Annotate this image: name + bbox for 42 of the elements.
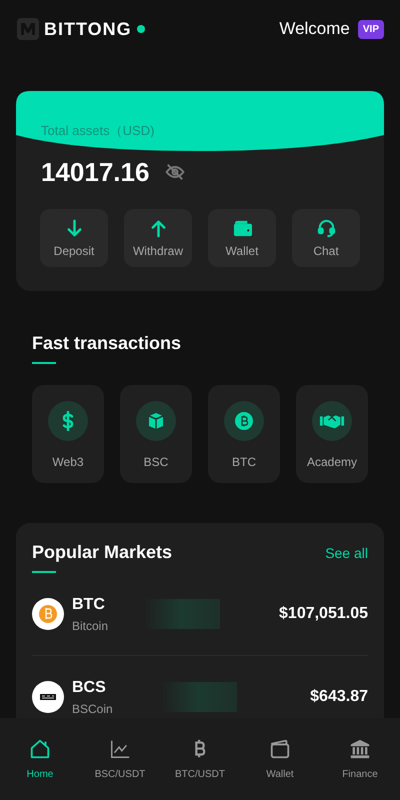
coin-price: $643.87 [310, 688, 368, 706]
coin-logo-icon [32, 681, 64, 713]
vip-badge: VIP [358, 20, 384, 38]
down-arrow-icon [64, 218, 84, 238]
cube-icon [146, 411, 166, 431]
logo-icon [17, 18, 39, 40]
coin-price: $107,051.05 [279, 605, 368, 623]
nav-tab[interactable]: BSC/USDT [82, 738, 158, 780]
nav-tab[interactable]: BTC/USDT [162, 738, 238, 780]
wallet-icon [232, 218, 252, 238]
section-title: Fast transactions [32, 333, 182, 354]
coin-symbol: BCS [72, 678, 107, 696]
wallet-icon [269, 738, 291, 760]
see-all-link[interactable]: See all [325, 545, 368, 561]
up-arrow-icon [148, 218, 168, 238]
bitcoin-icon [234, 411, 254, 431]
home-icon [29, 738, 51, 760]
action-button[interactable]: Deposit [40, 209, 108, 267]
action-button[interactable]: Chat [292, 209, 360, 267]
nav-tab[interactable]: Home [2, 738, 78, 780]
shortcut-tile[interactable]: BTC [208, 385, 280, 483]
shortcut-tile[interactable]: Web3 [32, 385, 104, 483]
headset-icon [316, 218, 336, 238]
asset-amount: 14017.16 [41, 156, 150, 188]
shortcut-tile[interactable]: Academy [296, 385, 368, 483]
section-title: Popular Markets [32, 542, 172, 563]
nav-tab[interactable]: Wallet [242, 738, 318, 780]
action-button[interactable]: Withdraw [124, 209, 192, 267]
brand-name: BITTONG [44, 18, 132, 40]
bank-icon [349, 738, 371, 760]
coin-name: BSCoin [72, 702, 114, 716]
status-dot-icon [136, 25, 145, 33]
action-button[interactable]: Wallet [208, 209, 276, 267]
bitcoin-coin-icon [32, 598, 64, 630]
total-assets-label: Total assets（USD) [41, 122, 154, 140]
eye-off-icon[interactable] [165, 162, 186, 182]
coin-symbol: BTC [72, 596, 106, 614]
shortcut-tile[interactable]: BSC [120, 385, 192, 483]
nav-tab[interactable]: Finance [322, 738, 398, 780]
coin-name: Bitcoin [72, 618, 110, 632]
welcome-text: Welcome [279, 19, 350, 39]
line-chart-icon [109, 738, 131, 760]
